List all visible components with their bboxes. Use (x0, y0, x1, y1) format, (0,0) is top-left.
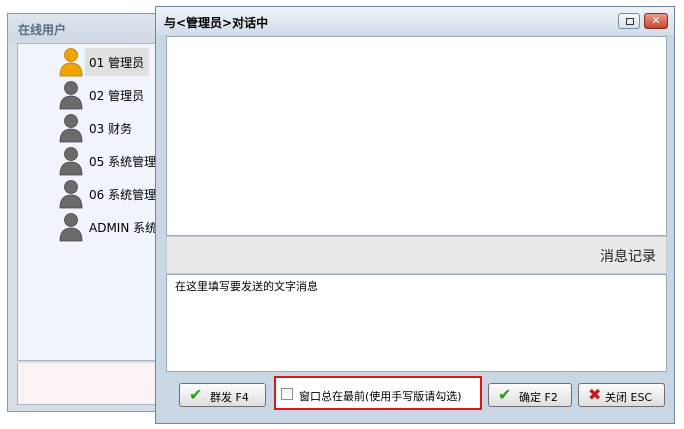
close-button-label: 关闭 ESC (605, 391, 653, 404)
user-name: 02 管理员 (89, 89, 145, 103)
user-name: 05 系统管理 (89, 155, 157, 169)
user-avatar-offline-icon (59, 213, 83, 242)
message-history-label[interactable]: 消息记录 (600, 246, 656, 266)
user-avatar-offline-icon (59, 114, 83, 143)
user-name: 03 财务 (89, 122, 133, 136)
user-avatar-offline-icon (59, 180, 83, 209)
chat-dialog-titlebar[interactable]: 与<管理员>对话中 ✕ (156, 7, 674, 35)
close-window-button[interactable]: ✕ (644, 13, 668, 29)
restore-button[interactable] (618, 13, 640, 29)
user-name: 06 系统管理 (89, 188, 157, 202)
broadcast-button[interactable]: ✔ 群发 F4 (179, 383, 266, 407)
message-input[interactable]: 在这里填写要发送的文字消息 (166, 274, 667, 372)
user-name: 01 管理员 (89, 56, 145, 70)
always-on-top-highlight: 窗口总在最前(使用手写版请勾选) (274, 376, 482, 410)
message-history-bar: 消息记录 (166, 236, 667, 274)
always-on-top-label[interactable]: 窗口总在最前(使用手写版请勾选) (299, 388, 462, 404)
chat-dialog: 与<管理员>对话中 ✕ 消息记录 在这里填写要发送的文字消息 ✔ 群发 F4 窗… (155, 6, 675, 424)
message-input-text: 在这里填写要发送的文字消息 (175, 280, 318, 293)
user-avatar-offline-icon (59, 147, 83, 176)
always-on-top-checkbox[interactable] (281, 388, 293, 400)
green-check-icon: ✔ (189, 385, 203, 404)
broadcast-button-label: 群发 F4 (210, 391, 249, 404)
online-users-title: 在线用户 (18, 23, 67, 37)
close-button[interactable]: ✖ 关闭 ESC (578, 383, 665, 407)
user-name: ADMIN 系统 (89, 221, 158, 235)
chat-dialog-title: 与<管理员>对话中 (164, 16, 269, 30)
confirm-button-label: 确定 F2 (519, 391, 558, 404)
close-icon: ✕ (651, 14, 661, 27)
green-check-icon: ✔ (498, 385, 512, 404)
message-history-pane[interactable] (166, 36, 667, 236)
user-avatar-offline-icon (59, 81, 83, 110)
confirm-button[interactable]: ✔ 确定 F2 (488, 383, 572, 407)
user-avatar-online-icon (59, 48, 83, 77)
restore-icon (626, 18, 634, 25)
red-x-icon: ✖ (588, 385, 602, 404)
